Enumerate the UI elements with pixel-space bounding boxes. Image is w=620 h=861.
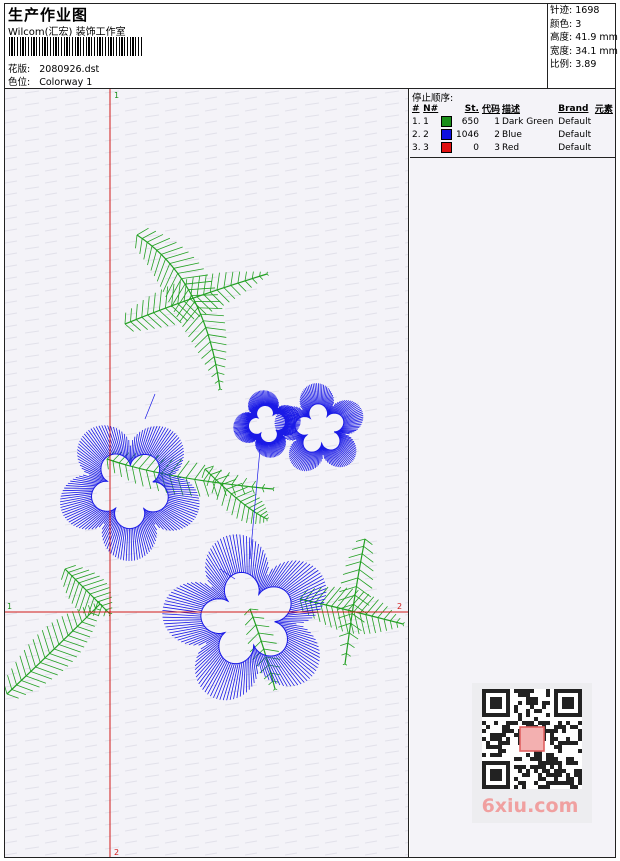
table-divider (410, 157, 615, 158)
fabric-texture (5, 89, 408, 857)
stats-panel: 针迹: 1698 颜色: 3 高度: 41.9 mm 宽度: 34.1 mm 比… (548, 4, 618, 88)
axis-h-right-label: 2 (397, 602, 402, 611)
qr-code (482, 689, 582, 789)
table-row: 3. 3 03 Red Default (412, 142, 592, 153)
color-swatch (441, 142, 453, 153)
axis-v-top-label: 1 (114, 91, 119, 100)
watermark-text: 6xiu.com (481, 795, 579, 817)
colorway-label: 色位: (8, 77, 31, 88)
stat-height: 高度: 41.9 mm (550, 32, 618, 44)
barcode (9, 37, 143, 56)
embroidery-preview: 1 2 1 2 (5, 89, 408, 857)
design-canvas: 1 2 1 2 (5, 89, 409, 857)
worksheet: 生产作业图 Wilcom(汇宏) 装饰工作室 花版: 2080926.dst 色… (4, 3, 618, 858)
table-row: 1. 1 650 1 Dark Green Default (412, 116, 592, 127)
page-title: 生产作业图 (8, 6, 89, 24)
stat-colors: 颜色: 3 (550, 18, 582, 30)
color-swatch (441, 129, 453, 140)
color-swatch (441, 116, 453, 127)
header-panel: 生产作业图 Wilcom(汇宏) 装饰工作室 花版: 2080926.dst 色… (5, 4, 548, 88)
colorway-row: 色位: Colorway 1 (8, 74, 92, 88)
stat-scale: 比例: 3.89 (550, 59, 597, 71)
stop-sequence-table: # N# St. 代码 描述 Brand 元素 1. 1 650 1 Dark Gr… (411, 102, 615, 154)
stop-sequence-panel: 停止顺序: # N# St. 代码 描述 Brand 元素 1. 1 650 1 D… (410, 89, 615, 857)
studio-name: Wilcom(汇宏) 装饰工作室 (8, 27, 126, 38)
stat-width: 宽度: 34.1 mm (550, 45, 618, 57)
table-header: # N# St. 代码 描述 Brand 元素 (412, 103, 613, 116)
stat-stitches: 针迹: 1698 (550, 5, 600, 16)
axis-h-left-label: 1 (7, 602, 12, 611)
table-row: 2. 2 1046 2 Blue Default (412, 129, 592, 140)
axis-v-bottom-label: 2 (114, 848, 119, 857)
colorway-value: Colorway 1 (39, 77, 93, 88)
seal-stamp (519, 726, 545, 752)
design-row: 花版: 2080926.dst (8, 61, 99, 75)
